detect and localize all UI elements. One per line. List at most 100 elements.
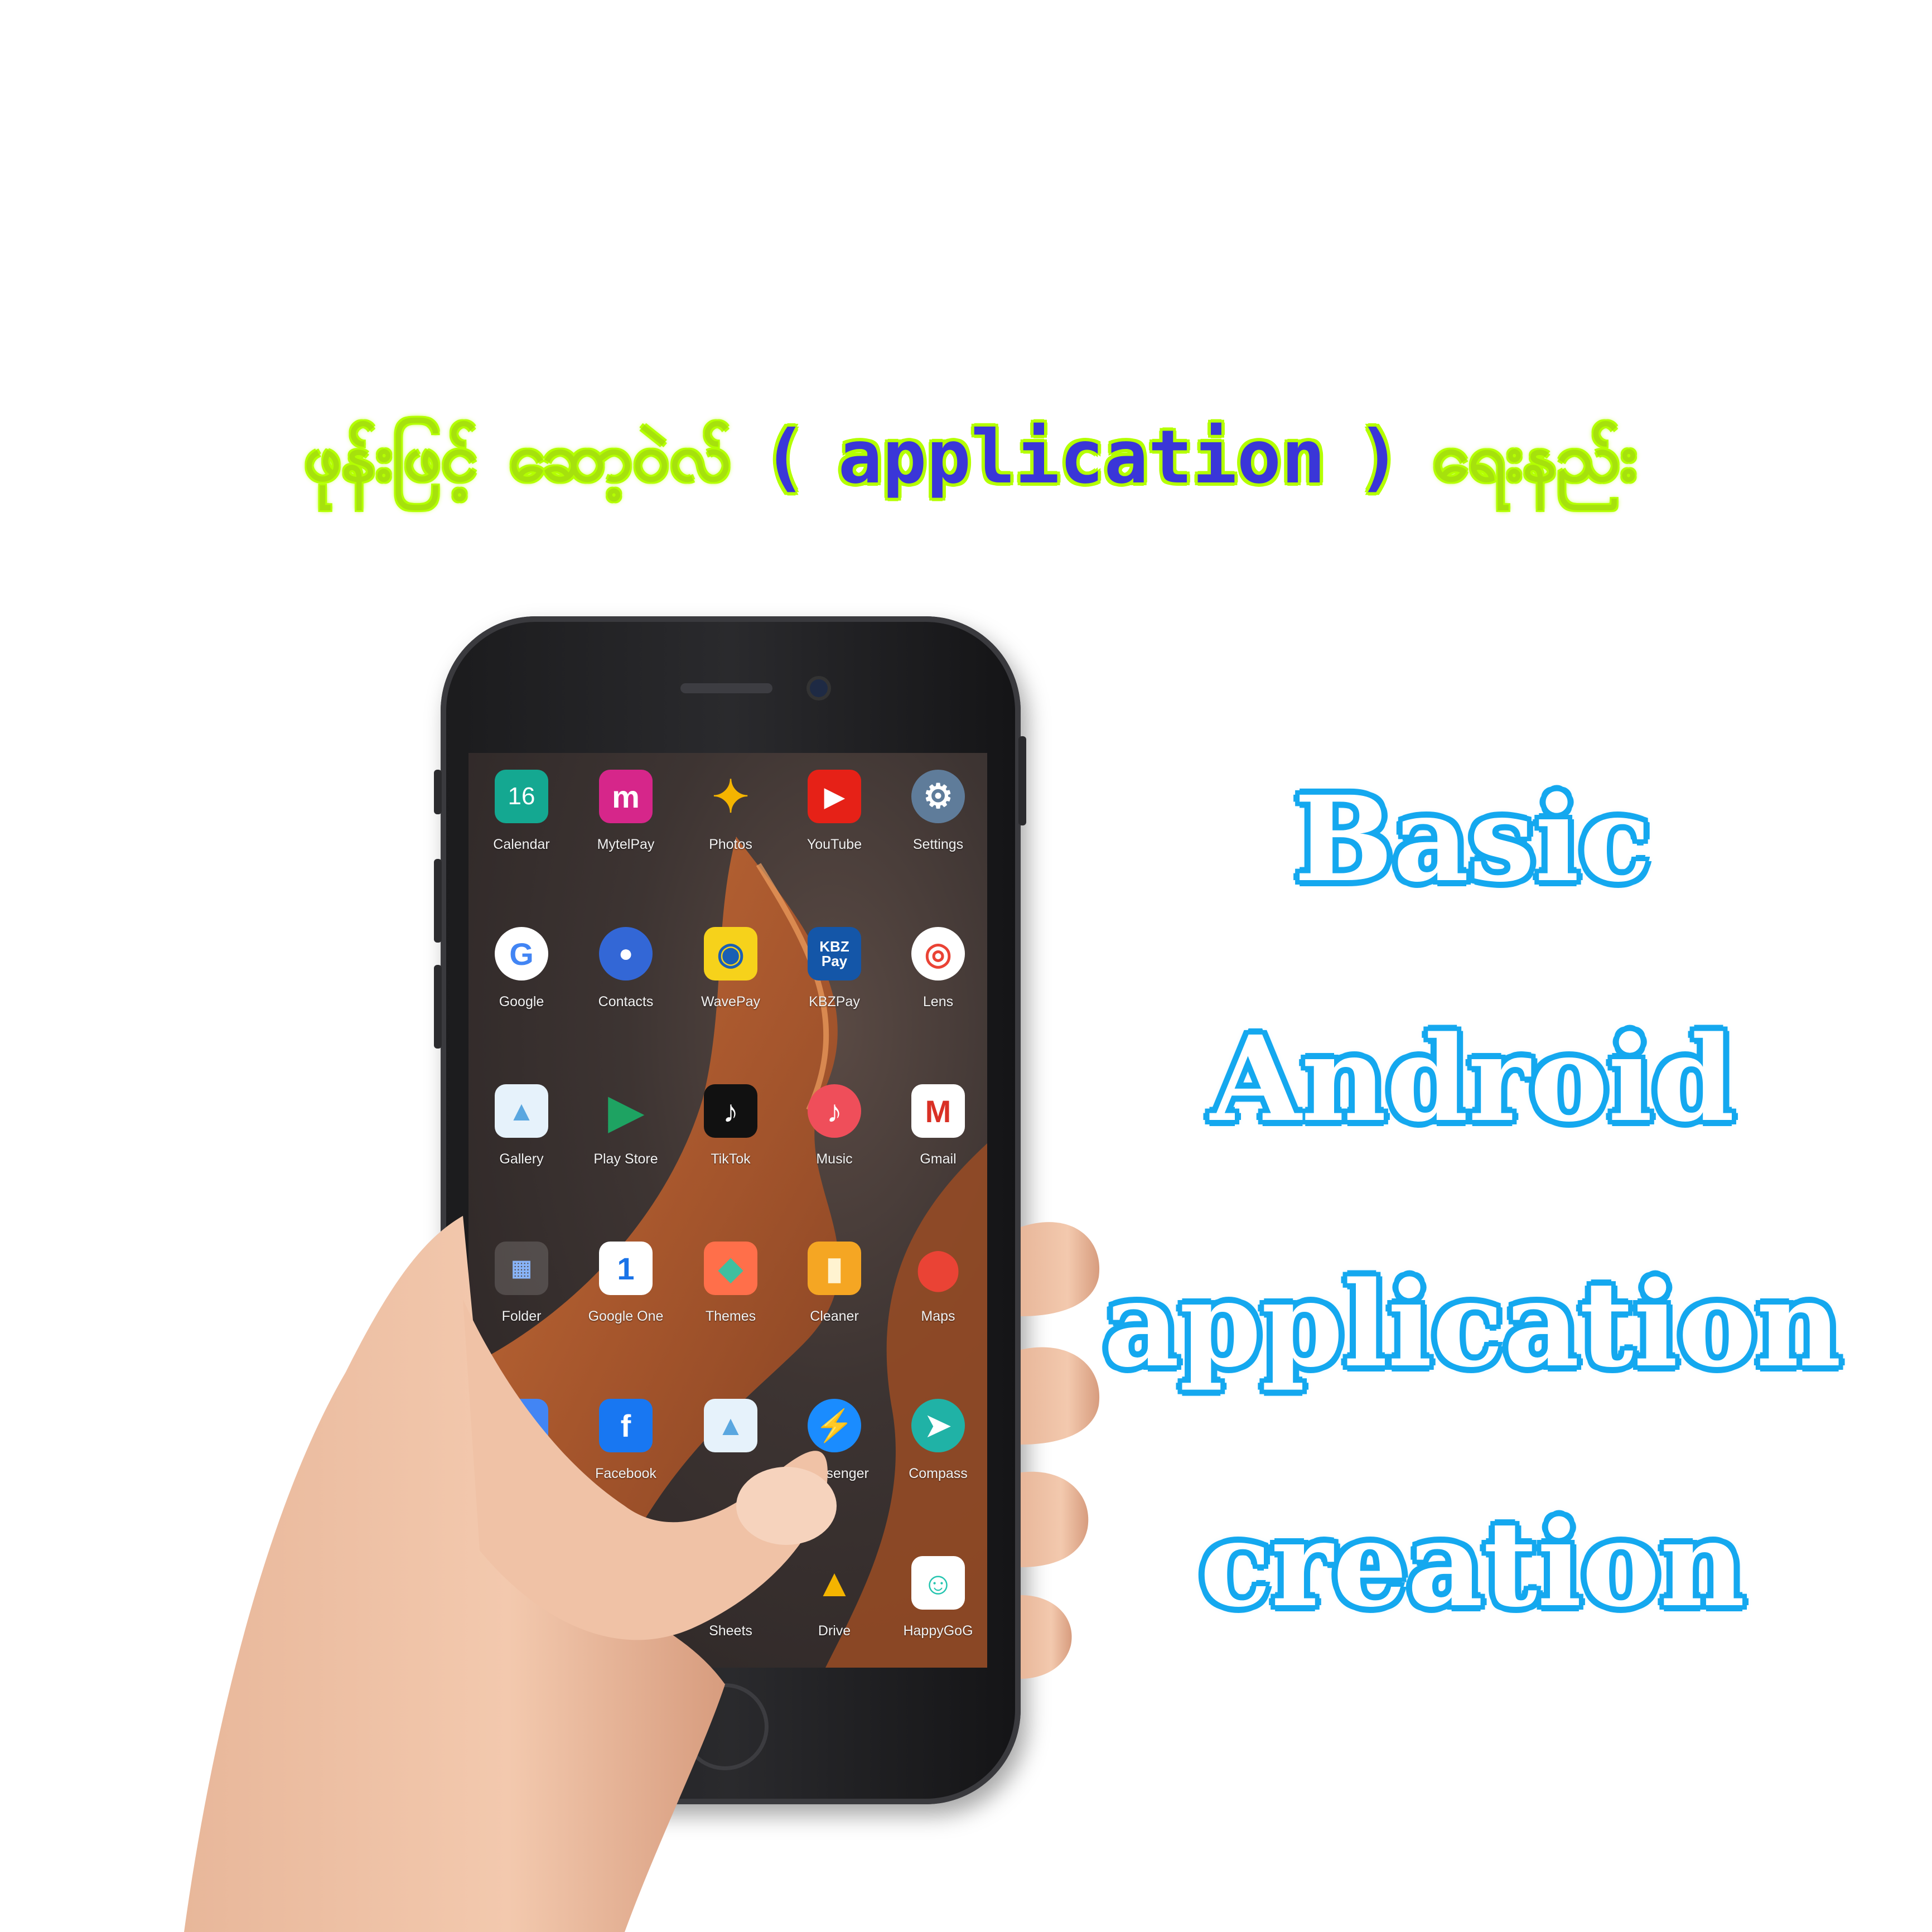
- mytelpay-icon: m: [599, 770, 653, 823]
- app-google-one[interactable]: 1 Google One: [576, 1242, 676, 1353]
- app-music[interactable]: ♪ Music: [784, 1084, 885, 1196]
- google-one-icon: 1: [599, 1242, 653, 1295]
- drive-triangle-icon: ▲: [815, 1561, 854, 1605]
- app-label: MytelPay: [597, 837, 655, 852]
- folder-icon: ▦: [495, 1242, 548, 1295]
- app-label: Play Store: [593, 1151, 658, 1167]
- app-gallery[interactable]: ▲ Gallery: [471, 1084, 572, 1196]
- gallery-picture-icon: ▲: [495, 1084, 548, 1138]
- app-calendar[interactable]: 16 Calendar: [471, 770, 572, 881]
- app-drive[interactable]: ▲ Drive: [784, 1556, 885, 1668]
- app-facebook[interactable]: f Facebook: [576, 1399, 676, 1510]
- app-grid: 16 Calendar m MytelPay ✦ Photos ▶ YouTube ⚙ Setti…: [468, 753, 987, 1668]
- tiktok-note-icon: ♪: [704, 1084, 757, 1138]
- word-application: application: [1103, 1255, 1842, 1393]
- front-camera: [810, 679, 828, 697]
- mute-switch: [434, 770, 442, 814]
- google-g-icon: G: [495, 927, 548, 981]
- app-compass[interactable]: ➤ Compass: [888, 1399, 987, 1510]
- person-icon: ●: [599, 927, 653, 981]
- app-kbzpay[interactable]: KBZ Pay KBZPay: [784, 927, 885, 1039]
- lens-icon: ◎: [911, 927, 965, 981]
- app-google[interactable]: G Google: [471, 927, 572, 1039]
- app-label: Settings: [912, 837, 964, 852]
- app-sheets[interactable]: Sheets: [680, 1556, 781, 1668]
- app-label: WavePay: [701, 994, 761, 1010]
- volume-down-button: [434, 965, 442, 1049]
- power-button: [1018, 736, 1026, 825]
- earpiece-speaker: [680, 683, 772, 693]
- app-label: Gallery: [499, 1151, 544, 1167]
- title-close-paren: ): [1356, 414, 1402, 500]
- title-myanmar-software: ဆော့ဝဲလ်: [509, 419, 732, 496]
- app-label: Messenger: [800, 1466, 869, 1481]
- messenger-bolt-icon: ⚡: [808, 1399, 861, 1452]
- app-lens[interactable]: ◎ Lens: [888, 927, 987, 1039]
- app-label: Sheets: [709, 1623, 752, 1639]
- app-contacts[interactable]: ● Contacts: [576, 927, 676, 1039]
- app-label: TikTok: [711, 1151, 751, 1167]
- app-label: Facebook: [595, 1466, 656, 1481]
- app-settings[interactable]: ⚙ Settings: [888, 770, 987, 881]
- music-note-icon: ♪: [808, 1084, 861, 1138]
- app-gmail[interactable]: M Gmail: [888, 1084, 987, 1196]
- title-english-application: application: [838, 414, 1326, 500]
- app-mytelpay[interactable]: m MytelPay: [576, 770, 676, 881]
- wavepay-icon: ◉: [704, 927, 757, 981]
- app-youtube[interactable]: ▶ YouTube: [784, 770, 885, 881]
- app-label: HappyGoG: [903, 1623, 973, 1639]
- app-wavepay[interactable]: ◉ WavePay: [680, 927, 781, 1039]
- home-button[interactable]: [682, 1683, 769, 1770]
- title-myanmar-phone: ဖုန်းဖြင့်: [303, 419, 478, 496]
- app-label: Photos: [709, 837, 752, 852]
- app-themes[interactable]: ◆ Themes: [680, 1242, 781, 1353]
- happygogo-icon: ☺: [911, 1556, 965, 1610]
- photos-pinwheel-icon: ✦: [712, 771, 750, 822]
- app-label: YouTube: [806, 837, 862, 852]
- themes-icon: ◆: [704, 1242, 757, 1295]
- app-label: Compass: [909, 1466, 968, 1481]
- calendar-icon: 16: [495, 770, 548, 823]
- app-label: Maps: [921, 1308, 955, 1324]
- app-photos[interactable]: ✦ Photos: [680, 770, 781, 881]
- word-creation: creation: [1200, 1495, 1745, 1633]
- app-label: Calendar: [493, 837, 550, 852]
- app-translate[interactable]: G文 Translate: [471, 1399, 572, 1510]
- app-label: Lens: [922, 994, 954, 1010]
- app-label: Folder: [501, 1308, 542, 1324]
- app-cleaner[interactable]: ▮ Cleaner: [784, 1242, 885, 1353]
- app-play-store[interactable]: ▶ Play Store: [576, 1084, 676, 1196]
- word-basic: Basic: [1294, 770, 1651, 908]
- title-open-paren: (: [762, 414, 807, 500]
- phone-screen: 16 Calendar m MytelPay ✦ Photos ▶ YouTube ⚙ Setti…: [468, 753, 987, 1668]
- gallery-picture-icon: ▲: [704, 1399, 757, 1452]
- gmail-envelope-icon: M: [911, 1084, 965, 1138]
- app-maps[interactable]: ⬤ Maps: [888, 1242, 987, 1353]
- app-label: Music: [816, 1151, 853, 1167]
- cleaner-bin-icon: ▮: [808, 1242, 861, 1295]
- play-store-icon: ▶: [608, 1086, 643, 1136]
- app-tiktok[interactable]: ♪ TikTok: [680, 1084, 781, 1196]
- app-label: KBZPay: [809, 994, 860, 1010]
- page-title: ဖုန်းဖြင့် ဆော့ဝဲလ် ( application ) ရေးန…: [162, 385, 1779, 530]
- compass-icon: ➤: [911, 1399, 965, 1452]
- gear-icon: ⚙: [911, 770, 965, 823]
- app-label: Gmail: [920, 1151, 957, 1167]
- title-myanmar-how-to-write: ရေးနည်း: [1432, 419, 1638, 496]
- app-label: Google: [499, 994, 544, 1010]
- volume-up-button: [434, 859, 442, 943]
- facebook-f-icon: f: [599, 1399, 653, 1452]
- kbzpay-icon: KBZ Pay: [808, 927, 861, 981]
- app-label: Contacts: [598, 994, 654, 1010]
- app-happygog[interactable]: ☺ HappyGoG: [888, 1556, 987, 1668]
- map-pin-icon: ⬤: [916, 1247, 960, 1290]
- translate-icon: G文: [495, 1399, 548, 1452]
- app-label: Cleaner: [810, 1308, 859, 1324]
- app-hidden-under-thumb[interactable]: ▲: [680, 1399, 781, 1510]
- sheets-icon: [704, 1556, 757, 1610]
- youtube-play-icon: ▶: [808, 770, 861, 823]
- app-folder[interactable]: ▦ Folder: [471, 1242, 572, 1353]
- app-messenger[interactable]: ⚡ Messenger: [784, 1399, 885, 1510]
- app-label: Drive: [818, 1623, 851, 1639]
- word-android: Android: [1210, 1010, 1735, 1148]
